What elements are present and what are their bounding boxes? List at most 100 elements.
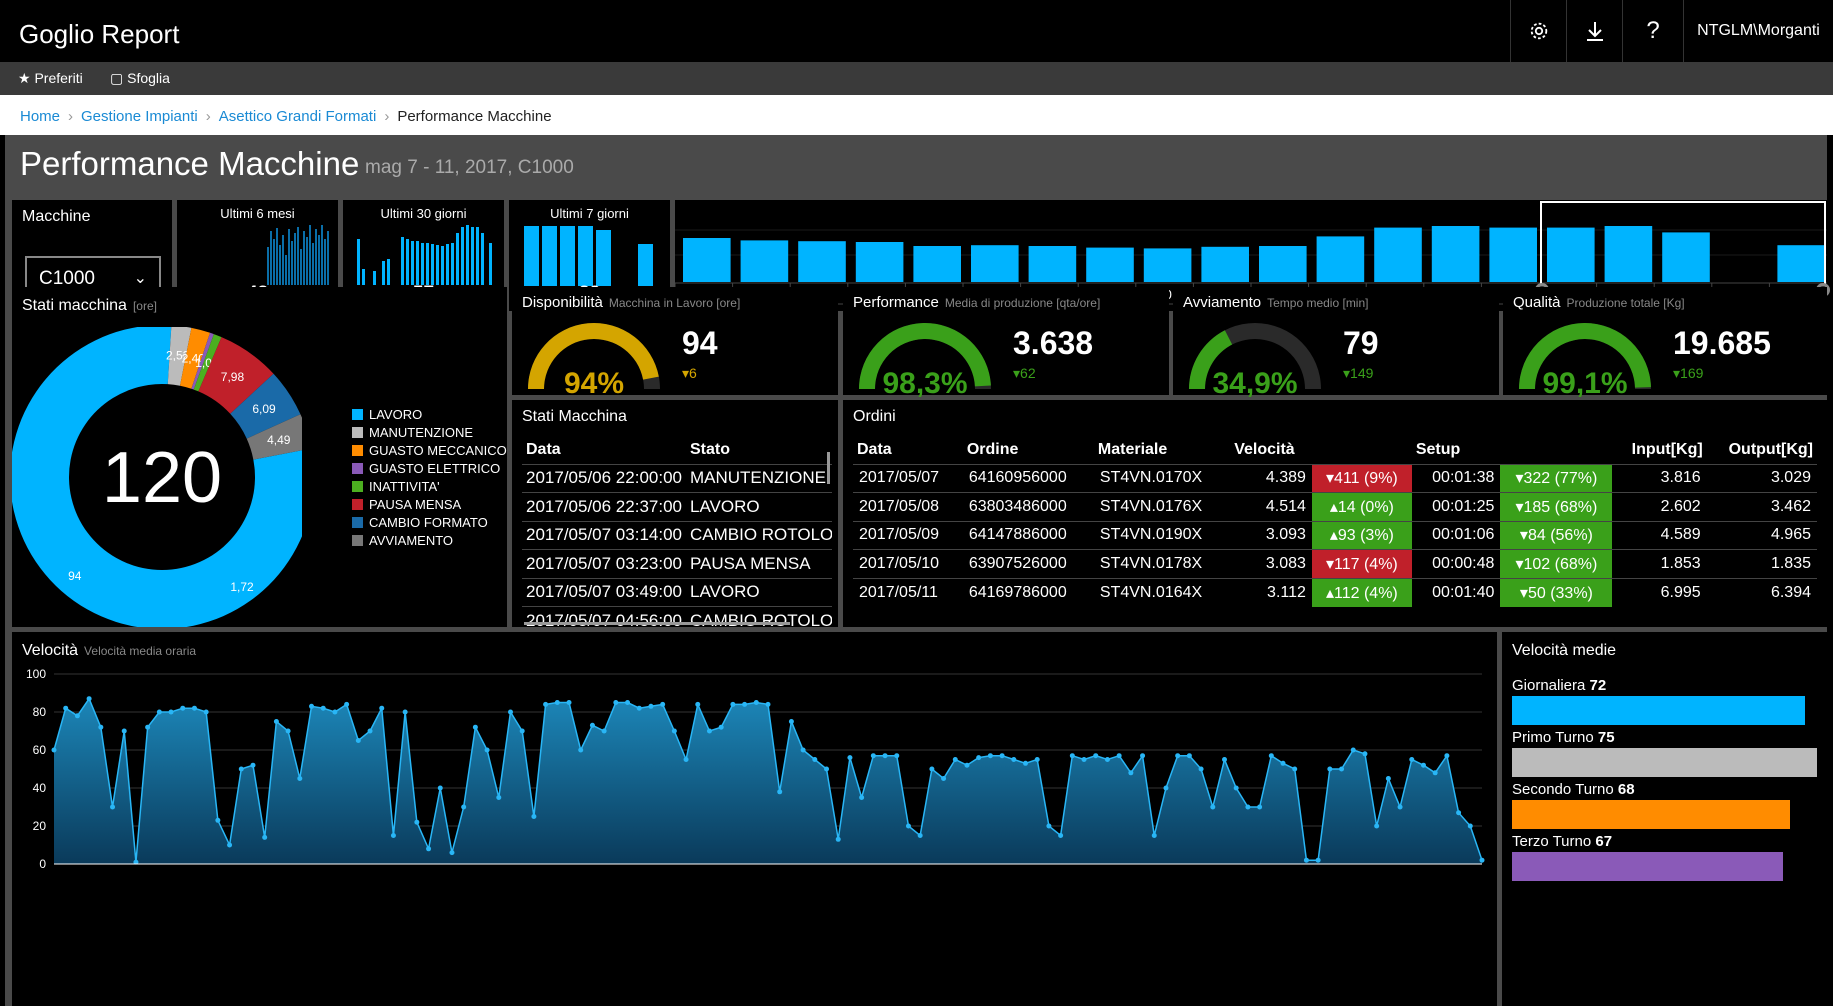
velocita-point[interactable]	[1315, 857, 1321, 863]
velocita-point[interactable]	[660, 701, 666, 707]
breadcrumb-asettico[interactable]: Asettico Grandi Formati	[219, 108, 377, 125]
velocita-point[interactable]	[379, 705, 385, 711]
table-row[interactable]: 2017/05/08 63803486000 ST4VN.0176X 4.514 ▴14…	[853, 492, 1817, 521]
day-bar[interactable]	[1143, 248, 1192, 282]
velocita-point[interactable]	[1186, 753, 1192, 759]
velocita-point[interactable]	[578, 747, 584, 753]
velocita-point[interactable]	[1397, 804, 1403, 810]
velocita-point[interactable]	[835, 836, 841, 842]
velocita-point[interactable]	[1210, 804, 1216, 810]
col-header[interactable]	[1500, 436, 1612, 464]
day-bar[interactable]	[1374, 227, 1422, 282]
velocita-point[interactable]	[273, 719, 279, 724]
table-row[interactable]: 2017/05/07 64160956000 ST4VN.0170X 4.389 ▾41…	[853, 463, 1817, 493]
velocita-point[interactable]	[367, 728, 373, 734]
col-header[interactable]: Velocità	[1230, 436, 1312, 464]
velocita-point[interactable]	[706, 728, 712, 734]
velocita-point[interactable]	[156, 709, 162, 715]
velocita-point[interactable]	[882, 753, 888, 759]
velocita-point[interactable]	[285, 728, 291, 734]
velocita-point[interactable]	[1011, 757, 1017, 762]
kpi-panel[interactable]: Qualità Produzione totale [Kg] 99,1% 19.685…	[1503, 287, 1827, 397]
velocita-point[interactable]	[1339, 766, 1345, 772]
legend-item[interactable]: GUASTO ELETTRICO	[352, 459, 507, 477]
velocita-point[interactable]	[1385, 776, 1391, 781]
velocita-point[interactable]	[1069, 753, 1075, 759]
velocita-point[interactable]	[121, 728, 127, 734]
breadcrumb-home[interactable]: Home	[20, 108, 60, 125]
user-name[interactable]: NTGLM\Morganti	[1683, 0, 1833, 62]
velocita-point[interactable]	[496, 795, 502, 800]
velocita-point[interactable]	[51, 747, 57, 753]
velocita-point[interactable]	[589, 722, 595, 728]
velocita-point[interactable]	[461, 804, 467, 810]
settings-button[interactable]	[1510, 0, 1566, 62]
browse-link[interactable]: ▢ Sfoglia	[110, 70, 170, 87]
kpi-panel[interactable]: Avviamento Tempo medio [min] 34,9% 79 ▾149	[1173, 287, 1499, 397]
day-bar[interactable]	[1259, 246, 1307, 282]
legend-item[interactable]: AVVIAMENTO	[352, 531, 507, 549]
velocita-point[interactable]	[1362, 751, 1368, 757]
velocita-point[interactable]	[917, 833, 923, 838]
velocita-point[interactable]	[1104, 757, 1110, 762]
velocita-media-bar[interactable]	[1512, 800, 1790, 829]
legend-item[interactable]: CAMBIO FORMATO	[352, 513, 507, 531]
velocita-point[interactable]	[1116, 753, 1122, 759]
velocita-point[interactable]	[449, 850, 455, 856]
velocita-point[interactable]	[1046, 823, 1052, 829]
velocita-point[interactable]	[63, 705, 69, 711]
day-bar[interactable]	[1316, 236, 1365, 282]
velocita-point[interactable]	[1128, 770, 1134, 776]
velocita-point[interactable]	[472, 724, 478, 730]
velocita-point[interactable]	[437, 785, 443, 791]
favorites-link[interactable]: ★ Preferiti	[18, 70, 83, 87]
velocita-point[interactable]	[812, 757, 818, 762]
velocita-point[interactable]	[1456, 810, 1462, 816]
col-header[interactable]: Materiale	[1094, 436, 1230, 464]
velocita-point[interactable]	[1467, 823, 1473, 829]
velocita-point[interactable]	[964, 762, 970, 768]
velocita-point[interactable]	[519, 728, 525, 734]
velocita-point[interactable]	[976, 755, 982, 761]
velocita-point[interactable]	[1034, 757, 1040, 762]
col-header[interactable]: Setup	[1412, 436, 1501, 464]
app-title[interactable]: Goglio Report	[19, 19, 179, 50]
velocita-point[interactable]	[683, 757, 689, 762]
velocita-point[interactable]	[1280, 760, 1286, 766]
legend-item[interactable]: PAUSA MENSA	[352, 495, 507, 513]
legend-item[interactable]: GUASTO MECCANICO	[352, 441, 507, 459]
velocita-point[interactable]	[355, 738, 361, 743]
velocita-point[interactable]	[952, 757, 958, 762]
velocita-point[interactable]	[1432, 770, 1438, 776]
velocita-point[interactable]	[250, 762, 256, 768]
day-bar[interactable]	[1086, 247, 1134, 282]
legend-item[interactable]: MANUTENZIONE	[352, 423, 507, 441]
velocita-point[interactable]	[426, 846, 432, 852]
velocita-point[interactable]	[1175, 753, 1181, 759]
velocita-point[interactable]	[824, 766, 830, 772]
day-bar[interactable]	[683, 238, 731, 282]
velocita-point[interactable]	[905, 823, 911, 829]
day-bar[interactable]	[971, 245, 1019, 282]
velocita-point[interactable]	[145, 724, 151, 730]
velocita-point[interactable]	[671, 728, 677, 734]
velocita-point[interactable]	[1163, 785, 1169, 791]
velocita-point[interactable]	[1268, 753, 1274, 759]
breadcrumb-gestione-impianti[interactable]: Gestione Impianti	[81, 108, 198, 125]
velocita-point[interactable]	[86, 696, 92, 702]
velocita-point[interactable]	[1327, 766, 1333, 772]
day-bar[interactable]	[1777, 245, 1825, 282]
legend-item[interactable]: INATTIVITA'	[352, 477, 507, 495]
day-bar[interactable]	[798, 241, 846, 282]
day-bar[interactable]	[1028, 246, 1077, 282]
velocita-point[interactable]	[1257, 804, 1263, 810]
day-bar[interactable]	[855, 242, 904, 282]
velocita-point[interactable]	[1374, 823, 1380, 829]
horizontal-scrollbar[interactable]	[524, 622, 790, 625]
velocita-point[interactable]	[1479, 857, 1485, 863]
velocita-point[interactable]	[730, 701, 736, 707]
velocita-point[interactable]	[613, 700, 619, 705]
table-row[interactable]: 2017/05/06 22:37:00 LAVORO	[522, 492, 832, 521]
table-row[interactable]: 2017/05/10 63907526000 ST4VN.0178X 3.083 ▾11…	[853, 549, 1817, 578]
velocita-point[interactable]	[98, 724, 104, 730]
